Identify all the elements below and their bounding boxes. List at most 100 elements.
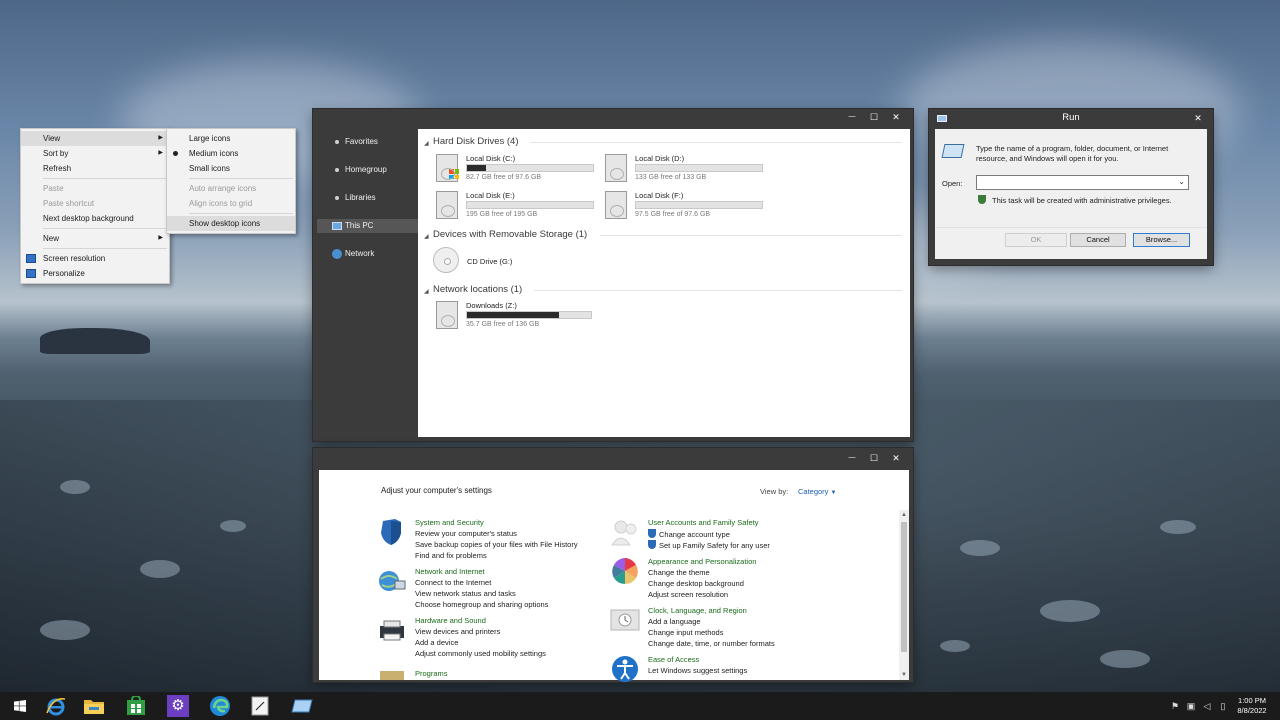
control-panel-window: — ☐ ✕ Adjust your computer's settings Vi… [313,448,913,682]
volume-icon[interactable]: ◁ [1202,701,1212,711]
menu-item-new[interactable]: New ▶ [21,231,169,246]
minimize-button[interactable]: — [841,450,863,466]
category-title[interactable]: Network and Internet [415,567,485,576]
close-button[interactable]: ✕ [885,450,907,466]
category-title[interactable]: System and Security [415,518,484,527]
category-link[interactable]: Save backup copies of your files with Fi… [415,540,578,549]
taskbar-settings[interactable]: ⚙ [158,692,198,720]
taskbar-notepad[interactable] [240,692,280,720]
menu-item-refresh[interactable]: Refresh [21,161,169,176]
menu-item-label: View [43,134,61,143]
nav-network[interactable]: Network [317,247,421,261]
scroll-down-arrow[interactable]: ▼ [899,670,909,680]
chevron-down-icon[interactable]: ⌄ [1178,177,1185,186]
category-link[interactable]: Change desktop background [648,579,744,588]
clock-time: 1:00 PM [1238,696,1266,705]
group-header-network[interactable]: Network locations (1) [433,284,522,295]
menu-item-small-icons[interactable]: Small icons [167,161,295,176]
category-link[interactable]: Connect to the Internet [415,578,491,587]
drive-c[interactable]: Local Disk (C:) 82.7 GB free of 97.6 GB [436,154,596,186]
collapse-icon[interactable]: ◢ [424,288,429,295]
nav-homegroup[interactable]: Homegroup [317,163,421,177]
start-button[interactable] [0,692,40,720]
category-link[interactable]: Let Windows suggest settings [648,666,747,675]
category-link[interactable]: Change input methods [648,628,723,637]
network-drive-z[interactable]: Downloads (Z:) 35.7 GB free of 136 GB [436,301,596,333]
open-combobox[interactable]: ⌄ [976,175,1189,190]
menu-item-next-desktop-background[interactable]: Next desktop background [21,211,169,226]
scroll-up-arrow[interactable]: ▲ [899,510,909,520]
menu-item-sort-by[interactable]: Sort by ▶ [21,146,169,161]
category-link[interactable]: Find and fix problems [415,551,487,560]
category-title[interactable]: User Accounts and Family Safety [648,518,758,527]
notification-flag-icon[interactable]: ⚑ [1170,701,1180,711]
category-link[interactable]: Add a device [415,638,458,647]
vertical-scrollbar[interactable]: ▲ ▼ [899,510,909,680]
run-description: Type the name of a program, folder, docu… [976,144,1169,163]
taskbar-store[interactable] [116,692,156,720]
drive-f[interactable]: Local Disk (F:) 97.5 GB free of 97.6 GB [605,191,765,223]
category-link[interactable]: Change date, time, or number formats [648,639,775,648]
view-by-dropdown[interactable]: Category ▼ [798,487,836,496]
menu-item-large-icons[interactable]: Large icons [167,131,295,146]
menu-item-paste[interactable]: Paste [21,181,169,196]
category-title[interactable]: Hardware and Sound [415,616,486,625]
category-link[interactable]: Set up Family Safety for any user [648,540,770,550]
menu-item-show-desktop-icons[interactable]: Show desktop icons [167,216,295,231]
clock[interactable]: 1:00 PM 8/8/2022 [1232,696,1272,716]
ok-button[interactable]: OK [1005,233,1067,247]
nav-libraries[interactable]: Libraries [317,191,421,205]
group-header-hdd[interactable]: Hard Disk Drives (4) [433,136,519,147]
cp-hardware-sound: Hardware and Sound View devices and prin… [377,616,607,660]
open-label: Open: [942,179,963,188]
menu-item-auto-arrange-icons[interactable]: Auto arrange icons [167,181,295,196]
category-title[interactable]: Clock, Language, and Region [648,606,747,615]
browse-button[interactable]: Browse... [1133,233,1190,247]
cancel-button[interactable]: Cancel [1070,233,1126,247]
category-link[interactable]: Choose homegroup and sharing options [415,600,548,609]
menu-item-paste-shortcut[interactable]: Paste shortcut [21,196,169,211]
menu-item-personalize[interactable]: Personalize [21,266,169,281]
nav-favorites[interactable]: Favorites [317,135,421,149]
category-link[interactable]: Adjust screen resolution [648,590,728,599]
maximize-button[interactable]: ☐ [863,109,885,125]
taskbar-file-explorer[interactable] [74,692,114,720]
category-link[interactable]: Review your computer's status [415,529,517,538]
category-link[interactable]: Adjust commonly used mobility settings [415,649,546,658]
control-panel-heading: Adjust your computer's settings [381,486,492,495]
collapse-icon[interactable]: ◢ [424,233,429,240]
maximize-button[interactable]: ☐ [863,450,885,466]
scroll-thumb[interactable] [901,522,907,652]
category-title[interactable]: Ease of Access [648,655,699,664]
nav-this-pc[interactable]: This PC [317,219,421,233]
collapse-icon[interactable]: ◢ [424,140,429,147]
drive-name: Local Disk (E:) [466,191,515,200]
taskbar-edge[interactable] [200,692,240,720]
drive-e[interactable]: Local Disk (E:) 195 GB free of 195 GB [436,191,596,223]
view-submenu: Large icons Medium icons Small icons Auto a… [166,128,296,234]
category-link[interactable]: Change the theme [648,568,710,577]
network-icon[interactable]: ▣ [1186,701,1196,711]
cp-system-security: System and Security Review your computer… [377,518,607,562]
menu-item-align-icons-to-grid[interactable]: Align icons to grid [167,196,295,211]
category-title[interactable]: Appearance and Personalization [648,557,756,566]
group-header-removable[interactable]: Devices with Removable Storage (1) [433,229,587,240]
close-button[interactable]: ✕ [1187,110,1209,126]
menu-item-screen-resolution[interactable]: Screen resolution [21,251,169,266]
link-text: Set up Family Safety for any user [659,541,770,550]
category-link[interactable]: View devices and printers [415,627,500,636]
drive-d[interactable]: Local Disk (D:) 133 GB free of 133 GB [605,154,765,186]
drive-cd[interactable]: CD Drive (G:) [433,247,553,275]
minimize-button[interactable]: — [841,109,863,125]
close-button[interactable]: ✕ [885,109,907,125]
battery-icon[interactable]: ▯ [1218,701,1228,711]
category-link[interactable]: Add a language [648,617,701,626]
category-title[interactable]: Programs [415,669,448,678]
taskbar-run[interactable] [282,692,322,720]
menu-item-medium-icons[interactable]: Medium icons [167,146,295,161]
category-link[interactable]: View network status and tasks [415,589,516,598]
menu-item-view[interactable]: View ▶ [21,131,169,146]
view-by-value: Category [798,487,829,496]
taskbar-internet-explorer[interactable] [36,692,76,720]
category-link[interactable]: Change account type [648,529,730,539]
